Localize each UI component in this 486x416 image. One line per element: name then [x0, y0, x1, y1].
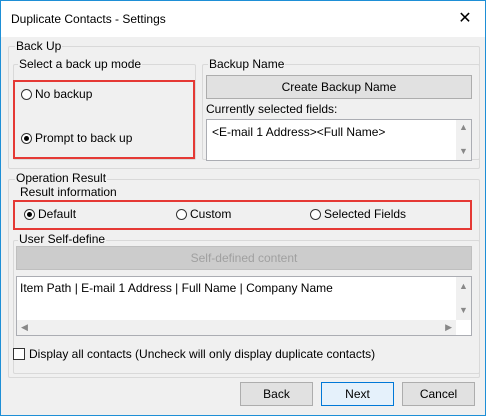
- current-fields-scrollbar[interactable]: ▲ ▼: [456, 120, 471, 160]
- radio-custom-circle: [176, 208, 187, 220]
- self-defined-h-scrollbar[interactable]: ◀ ▶: [17, 320, 456, 335]
- current-fields-box[interactable]: <E-mail 1 Address><Full Name> ▲ ▼: [206, 119, 472, 161]
- radio-custom-label: Custom: [190, 207, 232, 221]
- radio-selected-fields-label: Selected Fields: [324, 207, 407, 221]
- create-backup-name-button[interactable]: Create Backup Name: [206, 75, 472, 99]
- radio-prompt-backup-label: Prompt to back up: [35, 131, 133, 145]
- self-defined-v-scrollbar[interactable]: ▲ ▼: [456, 277, 471, 320]
- scroll-down-icon[interactable]: ▼: [459, 146, 468, 156]
- radio-selected-fields[interactable]: Selected Fields: [310, 207, 406, 221]
- self-defined-value: Item Path | E-mail 1 Address | Full Name…: [20, 281, 333, 295]
- radio-default-label: Default: [38, 207, 77, 221]
- scroll-up-icon[interactable]: ▲: [459, 122, 468, 132]
- radio-default-circle: [24, 208, 35, 220]
- close-icon[interactable]: ✕: [453, 7, 477, 31]
- cancel-button[interactable]: Cancel: [402, 382, 475, 406]
- current-fields-label: Currently selected fields:: [206, 102, 338, 116]
- title-bar: Duplicate Contacts - Settings ✕: [1, 1, 485, 37]
- radio-no-backup-circle: [21, 88, 32, 100]
- next-button[interactable]: Next: [321, 382, 394, 406]
- scroll-right-icon[interactable]: ▶: [445, 322, 452, 333]
- scroll-up-icon[interactable]: ▲: [459, 281, 468, 291]
- radio-prompt-backup-circle: [21, 132, 32, 144]
- display-all-checkbox[interactable]: [13, 348, 25, 360]
- radio-no-backup-label: No backup: [35, 87, 93, 101]
- display-all-label: Display all contacts (Uncheck will only …: [29, 347, 376, 361]
- window-title: Duplicate Contacts - Settings: [11, 12, 166, 26]
- self-define-label: User Self-define: [18, 232, 107, 246]
- result-info-label: Result information: [19, 185, 118, 199]
- radio-custom[interactable]: Custom: [176, 207, 231, 221]
- scroll-left-icon[interactable]: ◀: [21, 322, 28, 333]
- settings-dialog: Duplicate Contacts - Settings ✕ Back Up …: [0, 0, 486, 416]
- backup-name-label: Backup Name: [208, 57, 286, 71]
- backup-group-label: Back Up: [15, 39, 63, 53]
- backup-mode-label: Select a back up mode: [18, 57, 143, 71]
- radio-no-backup[interactable]: No backup: [21, 87, 92, 101]
- scroll-down-icon[interactable]: ▼: [459, 305, 468, 315]
- self-defined-textarea[interactable]: Item Path | E-mail 1 Address | Full Name…: [16, 276, 472, 336]
- self-defined-content-button[interactable]: Self-defined content: [16, 246, 472, 270]
- dialog-body: Back Up Select a back up mode No backup …: [1, 37, 485, 415]
- radio-default[interactable]: Default: [24, 207, 76, 221]
- current-fields-value: <E-mail 1 Address><Full Name>: [212, 125, 386, 139]
- back-button[interactable]: Back: [240, 382, 313, 406]
- radio-selected-fields-circle: [310, 208, 321, 220]
- radio-prompt-backup[interactable]: Prompt to back up: [21, 131, 132, 145]
- operation-group-label: Operation Result: [15, 171, 108, 185]
- display-all-checkbox-row[interactable]: Display all contacts (Uncheck will only …: [13, 347, 375, 361]
